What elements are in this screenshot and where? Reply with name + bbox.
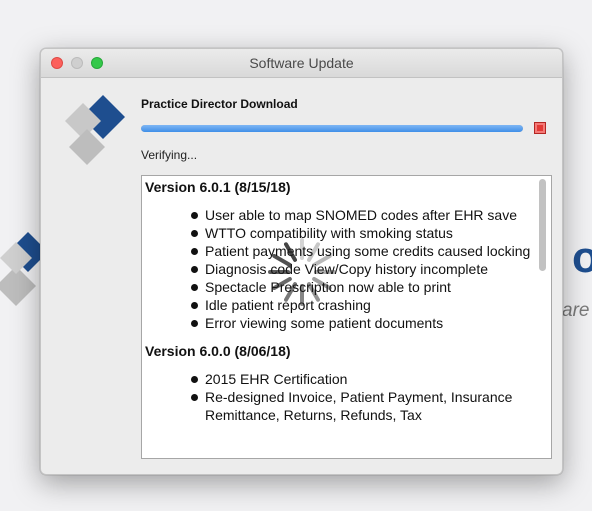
list-item: Diagnosis code View/Copy history incompl… xyxy=(190,260,534,278)
version-heading: Version 6.0.0 (8/06/18) xyxy=(145,343,291,359)
list-item: Error viewing some patient documents xyxy=(190,314,534,332)
status-text: Verifying... xyxy=(141,148,198,162)
version-heading: Version 6.0.1 (8/15/18) xyxy=(145,179,291,195)
version-notes-list: 2015 EHR Certification Re-designed Invoi… xyxy=(144,370,534,424)
spinner-spoke xyxy=(272,277,292,290)
spinner-spoke xyxy=(307,242,320,262)
spinner-spoke xyxy=(312,277,332,290)
list-item: User able to map SNOMED codes after EHR … xyxy=(190,206,534,224)
list-item: 2015 EHR Certification xyxy=(190,370,534,388)
list-item: Re-designed Invoice, Patient Payment, In… xyxy=(190,388,534,424)
list-item: WTTO compatibility with smoking status xyxy=(190,224,534,242)
progress-fill xyxy=(141,125,523,132)
background-brand-text: or xyxy=(572,233,592,282)
scrollbar-thumb[interactable] xyxy=(539,179,546,271)
list-item: Idle patient report crashing xyxy=(190,296,534,314)
practice-director-logo xyxy=(65,95,125,165)
spinner-spoke xyxy=(307,282,320,302)
spinner-spoke xyxy=(312,254,332,267)
spinner-spoke xyxy=(272,254,292,267)
list-item: Spectacle Prescription now able to print xyxy=(190,278,534,296)
spinner-spoke xyxy=(284,242,297,262)
download-heading: Practice Director Download xyxy=(141,97,298,111)
list-item: Patient payments using some credits caus… xyxy=(190,242,534,260)
title-bar[interactable]: Software Update xyxy=(41,49,562,78)
spinner-spoke xyxy=(284,282,297,302)
stop-button[interactable] xyxy=(534,122,546,134)
window-title: Software Update xyxy=(249,55,354,71)
download-progress-bar xyxy=(141,125,523,132)
loading-spinner-icon xyxy=(268,238,336,306)
background-tagline-text: are xyxy=(562,300,590,321)
release-notes-panel[interactable]: Version 6.0.1 (8/15/18) User able to map… xyxy=(141,175,552,459)
